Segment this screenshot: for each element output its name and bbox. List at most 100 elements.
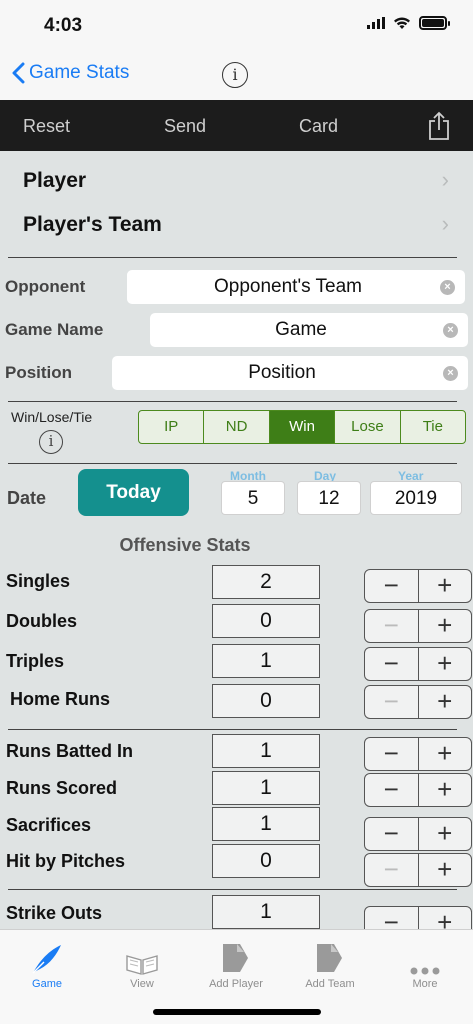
increment-button[interactable]: + — [419, 774, 472, 806]
doubles-stepper: − + — [364, 609, 472, 643]
year-field[interactable]: 2019 — [370, 481, 462, 515]
increment-button[interactable]: + — [419, 738, 472, 770]
tab-label: View — [130, 978, 154, 990]
date-label: Date — [7, 488, 47, 508]
triples-value[interactable]: 1 — [212, 644, 320, 678]
runs-scored-stepper: − + — [364, 773, 472, 807]
rbi-label: Runs Batted In — [6, 741, 134, 761]
decrement-button[interactable]: − — [365, 907, 419, 929]
tab-label: Add Team — [305, 978, 355, 990]
sacrifices-value[interactable]: 1 — [212, 807, 320, 841]
strike-outs-value[interactable]: 1 — [212, 895, 320, 929]
opponent-field[interactable]: × — [127, 270, 465, 304]
increment-button[interactable]: + — [419, 570, 472, 602]
home-indicator — [153, 1009, 321, 1015]
wifi-icon — [394, 17, 410, 29]
clear-icon[interactable]: × — [443, 323, 458, 338]
tab-more[interactable]: More — [378, 930, 472, 990]
reset-button[interactable]: Reset — [23, 116, 70, 137]
triples-label: Triples — [6, 651, 65, 671]
month-field[interactable]: 5 — [221, 481, 285, 515]
hit-by-pitches-value[interactable]: 0 — [212, 844, 320, 878]
segment-lose[interactable]: Lose — [335, 411, 401, 443]
today-button[interactable]: Today — [78, 469, 189, 516]
tab-add-player[interactable]: Add Player — [189, 930, 283, 990]
send-button[interactable]: Send — [164, 116, 206, 137]
decrement-button[interactable]: − — [365, 648, 419, 680]
segment-win[interactable]: Win — [269, 411, 336, 443]
increment-button[interactable]: + — [419, 818, 472, 850]
day-field[interactable]: 12 — [297, 481, 361, 515]
strike-outs-stepper: − + — [364, 906, 472, 929]
clear-icon[interactable]: × — [440, 280, 455, 295]
decrement-button[interactable]: − — [365, 854, 419, 886]
opponent-input[interactable] — [127, 270, 465, 304]
chevron-right-icon: › — [441, 167, 449, 192]
offensive-stats-title: Offensive Stats — [119, 535, 251, 555]
divider — [8, 889, 457, 890]
player-link[interactable]: Player — [23, 169, 86, 193]
decrement-button[interactable]: − — [365, 686, 419, 718]
increment-button[interactable]: + — [419, 648, 472, 680]
decrement-button[interactable]: − — [365, 774, 419, 806]
tab-add-team[interactable]: Add Team — [283, 930, 377, 990]
status-time: 4:03 — [44, 15, 83, 36]
win-lose-tie-label: Win/Lose/Tie — [11, 409, 93, 425]
back-label: Game Stats — [29, 62, 130, 83]
tab-label: Add Player — [209, 978, 263, 990]
home-runs-label: Home Runs — [10, 689, 111, 709]
increment-button[interactable]: + — [419, 907, 472, 929]
quill-icon — [32, 945, 61, 974]
cellular-icon — [367, 17, 385, 29]
segment-tie[interactable]: Tie — [401, 411, 465, 443]
card-button[interactable]: Card — [299, 116, 338, 137]
decrement-button[interactable]: − — [365, 610, 419, 642]
runs-scored-value[interactable]: 1 — [212, 771, 320, 805]
increment-button[interactable]: + — [419, 686, 472, 718]
position-field[interactable]: × — [112, 356, 468, 390]
result-segmented-control: IP ND Win Lose Tie — [138, 410, 466, 444]
tab-label: Game — [32, 978, 62, 990]
add-document-icon — [317, 944, 342, 972]
back-button[interactable]: Game Stats — [12, 62, 129, 84]
opponent-label: Opponent — [5, 277, 86, 296]
segment-nd[interactable]: ND — [204, 411, 270, 443]
game-name-input[interactable] — [150, 313, 468, 347]
add-document-icon — [223, 944, 248, 972]
doubles-value[interactable]: 0 — [212, 604, 320, 638]
game-name-label: Game Name — [5, 320, 104, 339]
share-icon[interactable] — [427, 111, 451, 141]
position-input[interactable] — [112, 356, 468, 390]
singles-stepper: − + — [364, 569, 472, 603]
status-bar: 4:03 — [0, 0, 473, 50]
singles-label: Singles — [6, 571, 71, 591]
tab-game[interactable]: Game — [0, 930, 94, 990]
toolbar: Reset Send Card — [0, 100, 473, 151]
status-icons — [367, 16, 450, 30]
increment-button[interactable]: + — [419, 854, 472, 886]
increment-button[interactable]: + — [419, 610, 472, 642]
decrement-button[interactable]: − — [365, 818, 419, 850]
singles-value[interactable]: 2 — [212, 565, 320, 599]
divider — [8, 401, 457, 402]
position-label: Position — [5, 363, 73, 382]
rbi-stepper: − + — [364, 737, 472, 771]
divider — [8, 729, 457, 730]
runs-scored-label: Runs Scored — [6, 778, 118, 798]
game-name-field[interactable]: × — [150, 313, 468, 347]
info-icon[interactable]: i — [222, 62, 248, 88]
info-icon[interactable]: i — [39, 430, 63, 454]
triples-stepper: − + — [364, 647, 472, 681]
game-form: Player › Player's Team › Opponent × Game… — [0, 151, 473, 929]
home-runs-value[interactable]: 0 — [212, 684, 320, 718]
hit-by-pitches-stepper: − + — [364, 853, 472, 887]
rbi-value[interactable]: 1 — [212, 734, 320, 768]
decrement-button[interactable]: − — [365, 570, 419, 602]
battery-icon — [419, 16, 450, 30]
clear-icon[interactable]: × — [443, 366, 458, 381]
players-team-link[interactable]: Player's Team — [23, 213, 162, 237]
tab-view[interactable]: View — [95, 930, 189, 990]
decrement-button[interactable]: − — [365, 738, 419, 770]
segment-ip[interactable]: IP — [139, 411, 205, 443]
chevron-right-icon: › — [441, 211, 449, 236]
